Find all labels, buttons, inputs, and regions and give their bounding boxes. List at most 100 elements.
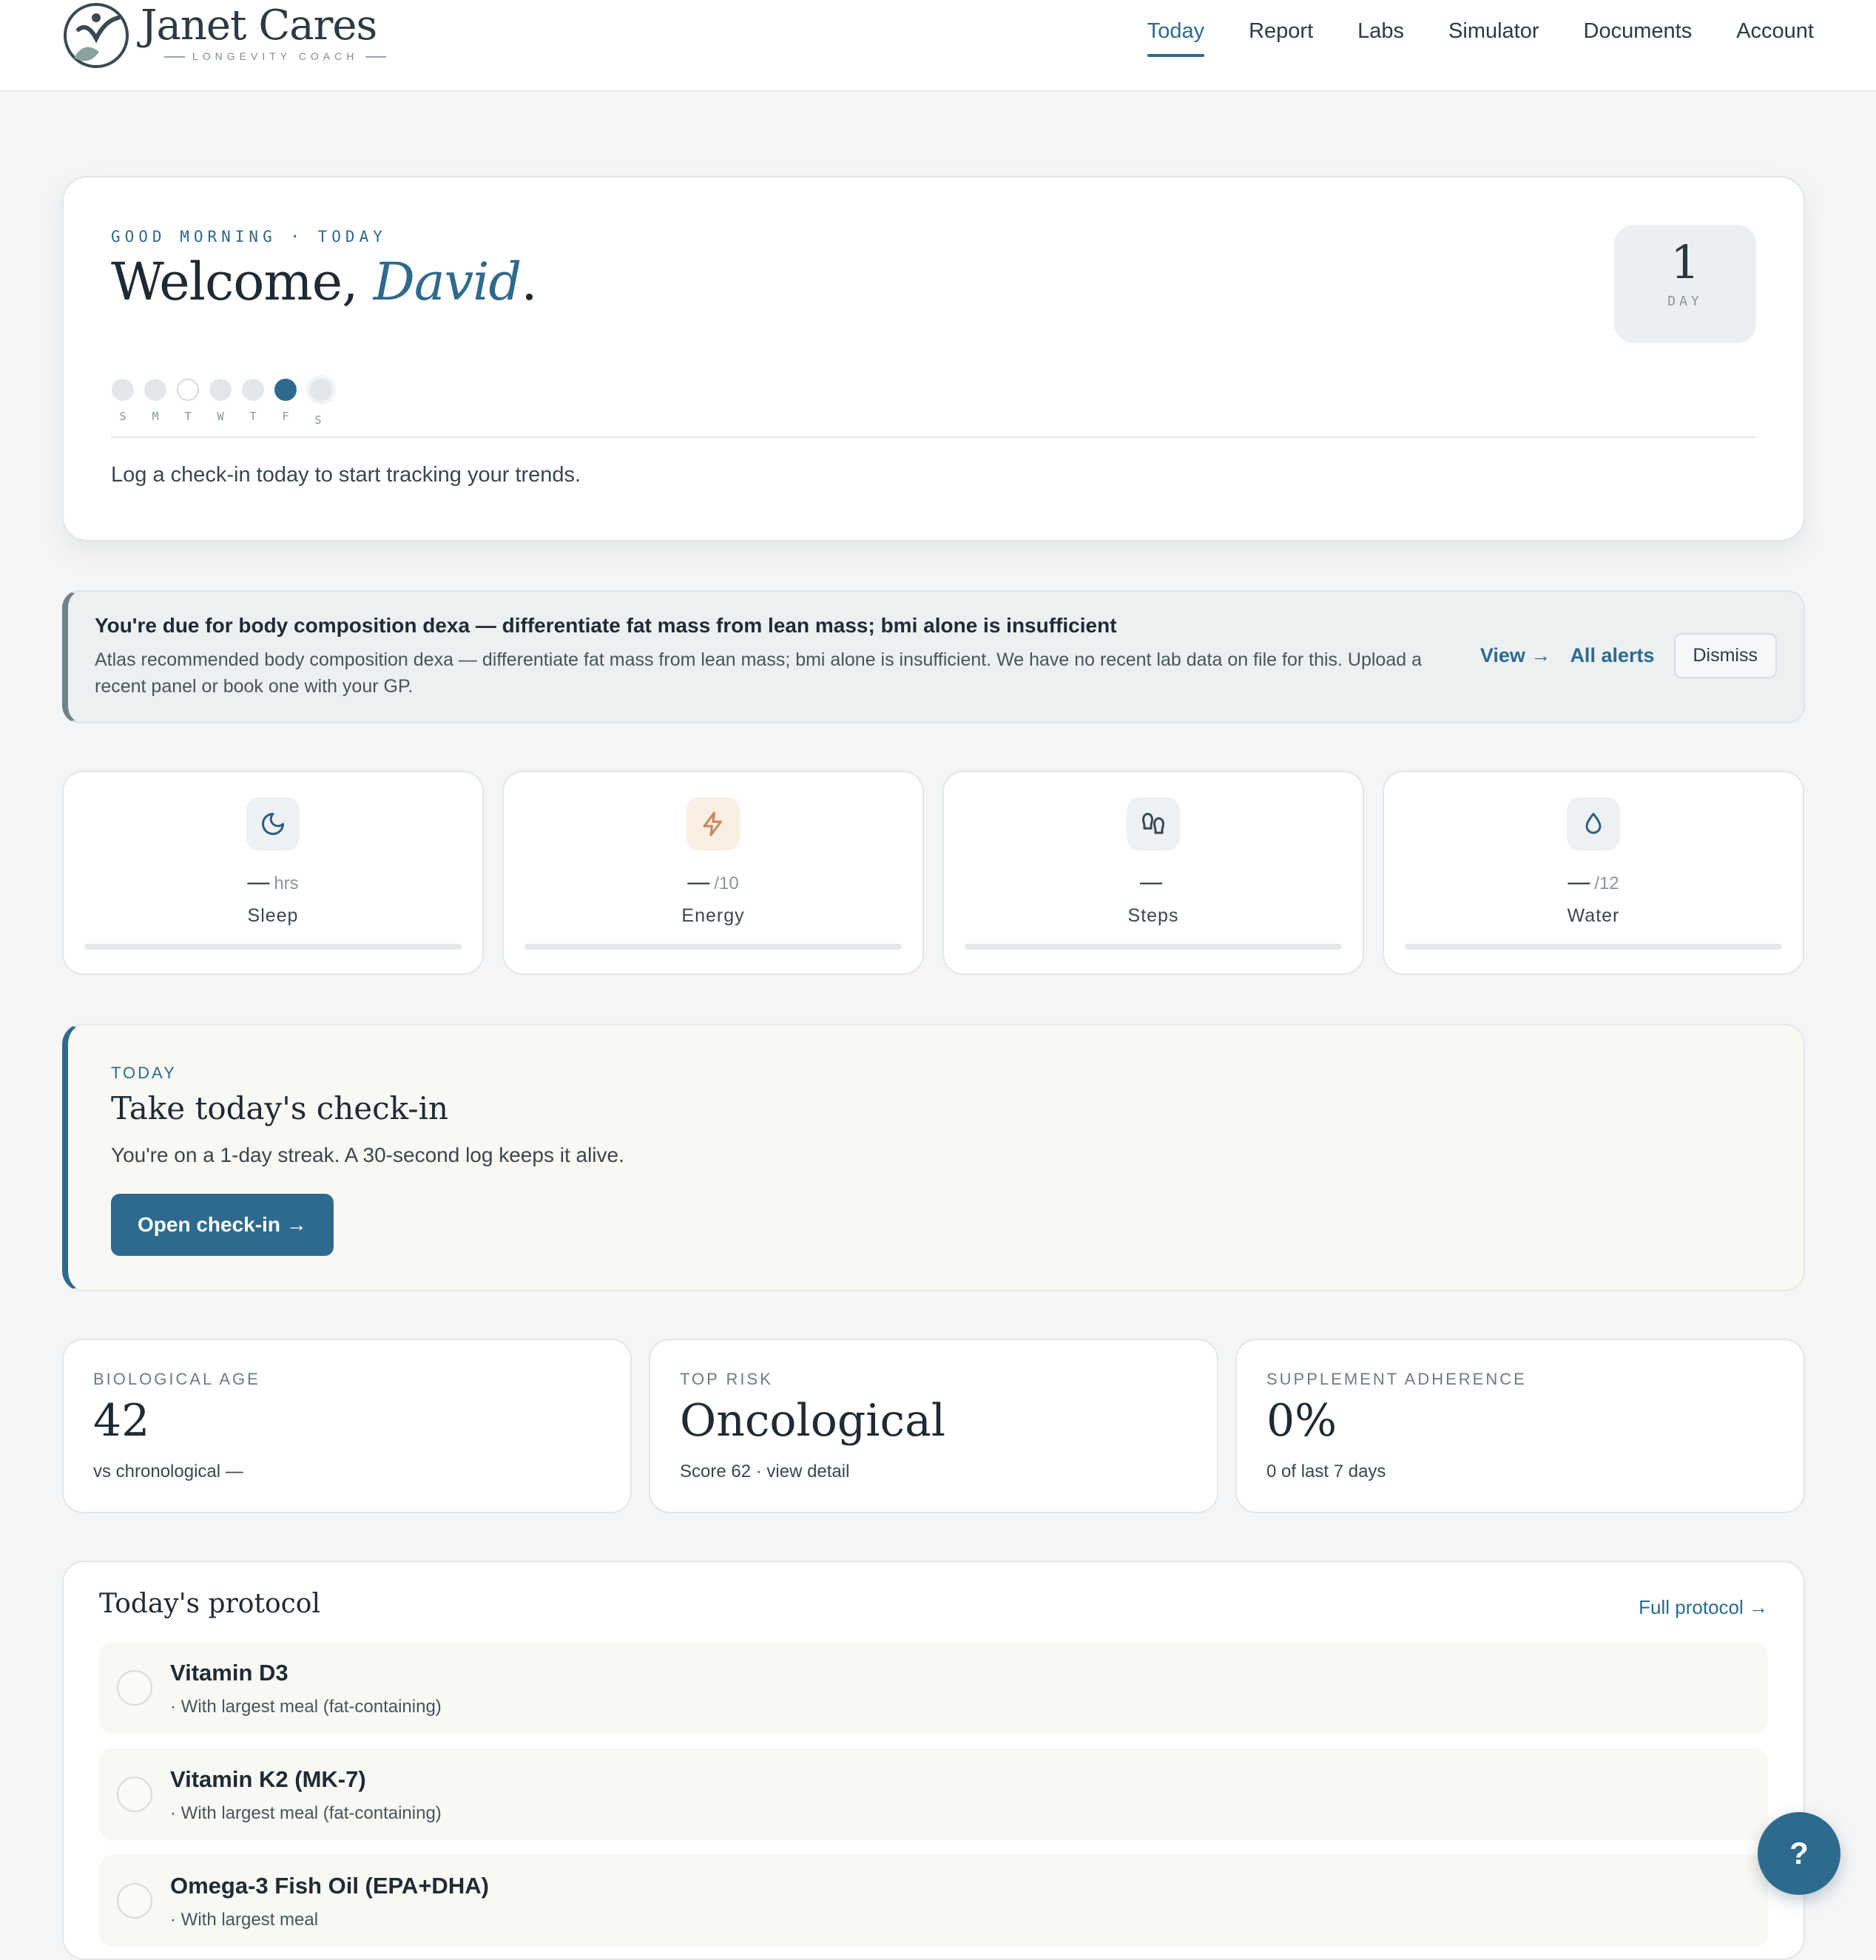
user-name: David — [373, 251, 522, 312]
alert-body: Atlas recommended body composition dexa … — [95, 649, 1422, 697]
week-day-label: M — [152, 410, 159, 423]
week-day-label: S — [314, 413, 322, 427]
all-alerts-link[interactable]: All alerts — [1570, 644, 1654, 667]
janet-cares-logo-icon — [64, 3, 129, 68]
divider — [111, 436, 1756, 438]
checkin-title: Take today's check-in — [111, 1090, 449, 1126]
lightning-icon — [686, 797, 740, 851]
biological-age-card[interactable]: BIOLOGICAL AGE 42 vs chronological — — [62, 1339, 632, 1513]
water-tile[interactable]: —/12 Water — [1383, 771, 1804, 975]
help-button[interactable]: ? — [1758, 1812, 1840, 1895]
metric-subtext: 0 of last 7 days — [1266, 1461, 1386, 1481]
brand-tagline: LONGEVITY COACH — [157, 50, 394, 62]
streak-day-label: DAY — [1667, 294, 1703, 309]
water-label: Water — [1567, 905, 1620, 926]
day-dot — [144, 379, 166, 401]
day-dot — [209, 379, 232, 401]
main-nav: Today Report Labs Simulator Documents Ac… — [1147, 19, 1814, 57]
week-day: S — [306, 375, 336, 427]
steps-label: Steps — [1127, 905, 1179, 926]
steps-progress-bar — [965, 944, 1342, 950]
metric-subtext: vs chronological — — [93, 1461, 243, 1481]
nav-labs[interactable]: Labs — [1357, 19, 1404, 57]
streak-day-counter: 1 DAY — [1614, 225, 1756, 343]
steps-tile[interactable]: — Steps — [942, 771, 1364, 975]
steps-value: — — [1140, 870, 1162, 894]
energy-unit: /10 — [714, 873, 739, 893]
protocol-item[interactable]: Vitamin K2 (MK-7) · With largest meal (f… — [99, 1748, 1768, 1840]
top-risk-card[interactable]: TOP RISK Oncological Score 62 · view det… — [649, 1339, 1218, 1513]
alert-view-link[interactable]: View → — [1480, 644, 1551, 667]
alert-actions: View → All alerts Dismiss — [1480, 633, 1777, 678]
protocol-item[interactable]: Omega-3 Fish Oil (EPA+DHA) · With larges… — [99, 1855, 1768, 1947]
protocol-item-name: Vitamin D3 — [170, 1660, 289, 1686]
top-navigation-bar: Janet Cares LONGEVITY COACH Today Report… — [0, 0, 1876, 92]
sleep-label: Sleep — [247, 905, 299, 926]
nav-today[interactable]: Today — [1147, 19, 1205, 57]
nav-documents[interactable]: Documents — [1584, 19, 1693, 57]
welcome-punct: . — [521, 251, 537, 312]
metric-label: SUPPLEMENT ADHERENCE — [1266, 1370, 1527, 1388]
welcome-card: GOOD MORNING · TODAY Welcome, David. 1 D… — [62, 176, 1805, 541]
week-day: M — [144, 379, 167, 427]
energy-value-line: —/10 — [504, 870, 922, 895]
day-dot — [177, 379, 199, 401]
metric-label: BIOLOGICAL AGE — [93, 1370, 260, 1388]
protocol-card: Today's protocol Full protocol → Vitamin… — [62, 1561, 1805, 1960]
day-dot — [112, 379, 134, 401]
full-protocol-link[interactable]: Full protocol → — [1639, 1596, 1768, 1619]
dismiss-button[interactable]: Dismiss — [1673, 633, 1777, 678]
week-day-label: S — [119, 410, 126, 423]
streak-day-number: 1 — [1670, 235, 1700, 289]
day-dot — [306, 375, 336, 405]
protocol-item-note: · With largest meal (fat-containing) — [170, 1803, 442, 1823]
protocol-title: Today's protocol — [99, 1589, 320, 1619]
supplement-adherence-card[interactable]: SUPPLEMENT ADHERENCE 0% 0 of last 7 days — [1235, 1339, 1805, 1513]
protocol-item-name: Vitamin K2 (MK-7) — [170, 1766, 366, 1792]
energy-label: Energy — [681, 905, 745, 926]
energy-value: — — [687, 870, 710, 894]
metric-value: Oncological — [680, 1395, 946, 1447]
alert-title: You're due for body composition dexa — d… — [95, 614, 1117, 637]
protocol-checkbox[interactable] — [117, 1883, 152, 1919]
lab-alert-banner: You're due for body composition dexa — d… — [62, 590, 1805, 723]
energy-progress-bar — [524, 944, 902, 950]
energy-tile[interactable]: —/10 Energy — [502, 771, 924, 975]
week-day-label: F — [282, 410, 289, 423]
checkin-eyebrow: TODAY — [111, 1064, 177, 1082]
metric-value: 0% — [1266, 1395, 1337, 1447]
checkin-card: TODAY Take today's check-in You're on a … — [62, 1024, 1805, 1291]
week-day: T — [241, 379, 265, 427]
week-day-label: W — [217, 410, 224, 423]
nav-account[interactable]: Account — [1736, 19, 1814, 57]
protocol-checkbox[interactable] — [117, 1670, 152, 1706]
water-drop-icon — [1567, 797, 1620, 851]
protocol-item-note: · With largest meal — [170, 1910, 319, 1930]
footprints-icon — [1127, 797, 1180, 851]
metric-value: 42 — [93, 1395, 150, 1447]
brand-name: Janet Cares — [141, 1, 377, 50]
protocol-checkbox[interactable] — [117, 1777, 152, 1812]
water-value-line: —/12 — [1384, 870, 1803, 895]
welcome-message: Log a check-in today to start tracking y… — [111, 463, 581, 487]
water-progress-bar — [1405, 944, 1782, 950]
sleep-unit: hrs — [274, 873, 299, 893]
metric-label: TOP RISK — [680, 1370, 773, 1388]
metric-subtext: Score 62 · view detail — [680, 1461, 850, 1481]
open-checkin-button[interactable]: Open check-in → — [111, 1194, 334, 1256]
steps-value-line: — — [944, 870, 1363, 895]
sleep-tile[interactable]: — hrs Sleep — [62, 771, 484, 975]
greeting-eyebrow: GOOD MORNING · TODAY — [111, 228, 387, 246]
checkin-text: You're on a 1-day streak. A 30-second lo… — [111, 1143, 624, 1166]
week-day: W — [209, 379, 232, 427]
protocol-item[interactable]: Vitamin D3 · With largest meal (fat-cont… — [99, 1642, 1768, 1734]
day-dot-active — [274, 379, 297, 401]
moon-icon — [246, 797, 300, 851]
nav-simulator[interactable]: Simulator — [1448, 19, 1539, 57]
sleep-value-line: — hrs — [64, 870, 482, 895]
welcome-greeting: Welcome, — [111, 251, 358, 312]
nav-report[interactable]: Report — [1249, 19, 1313, 57]
week-tracker: S M T W T F S — [111, 375, 336, 427]
day-dot — [242, 379, 264, 401]
week-day: T — [176, 379, 200, 427]
